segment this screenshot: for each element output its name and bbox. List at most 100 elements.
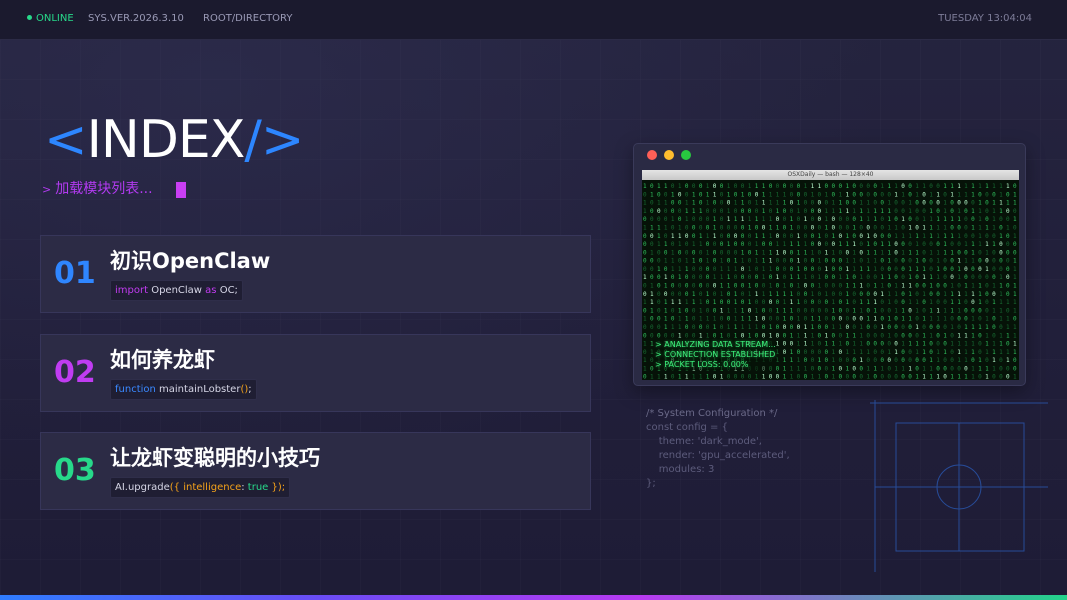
svg-text:0: 0 [748, 200, 752, 207]
bottom-gradient-bar [0, 595, 1067, 600]
svg-text:1: 1 [678, 183, 682, 190]
module-code-snippet: AI.upgrade({ intelligence: true }); [110, 477, 291, 498]
svg-text:1: 1 [943, 233, 947, 240]
svg-text:1: 1 [936, 233, 940, 240]
svg-text:0: 0 [901, 258, 905, 265]
svg-text:0: 0 [811, 299, 815, 306]
svg-text:0: 0 [699, 191, 703, 198]
svg-text:1: 1 [678, 316, 682, 323]
svg-text:0: 0 [706, 299, 710, 306]
svg-text:1: 1 [943, 291, 947, 298]
svg-text:1: 1 [908, 283, 912, 290]
svg-text:0: 0 [887, 266, 891, 273]
svg-text:1: 1 [859, 357, 863, 364]
svg-text:0: 0 [776, 374, 780, 380]
svg-text:1: 1 [755, 200, 759, 207]
svg-text:1: 1 [727, 241, 731, 248]
close-window-button[interactable] [647, 150, 657, 160]
svg-text:0: 0 [818, 200, 822, 207]
svg-text:0: 0 [1006, 283, 1010, 290]
svg-text:1: 1 [999, 341, 1003, 348]
svg-text:0: 0 [936, 324, 940, 331]
svg-text:0: 0 [908, 332, 912, 339]
svg-text:0: 0 [992, 324, 996, 331]
code-value: true [247, 482, 269, 493]
svg-text:1: 1 [790, 299, 794, 306]
svg-text:1: 1 [818, 183, 822, 190]
svg-text:1: 1 [797, 258, 801, 265]
svg-text:0: 0 [999, 249, 1003, 256]
svg-text:1: 1 [873, 283, 877, 290]
module-number: 03 [54, 453, 96, 488]
svg-text:1: 1 [929, 299, 933, 306]
svg-text:1: 1 [999, 183, 1003, 190]
directory-path[interactable]: ROOT/DIRECTORY [203, 13, 292, 24]
svg-text:1: 1 [790, 357, 794, 364]
svg-text:0: 0 [685, 183, 689, 190]
svg-text:1: 1 [769, 283, 773, 290]
svg-text:1: 1 [999, 307, 1003, 314]
svg-text:0: 0 [713, 283, 717, 290]
svg-text:1: 1 [748, 225, 752, 232]
svg-text:0: 0 [755, 225, 759, 232]
svg-text:0: 0 [908, 357, 912, 364]
svg-text:1: 1 [950, 183, 954, 190]
svg-text:0: 0 [755, 208, 759, 215]
svg-text:0: 0 [859, 374, 863, 380]
maximize-window-button[interactable] [681, 150, 691, 160]
svg-text:0: 0 [978, 249, 982, 256]
svg-text:0: 0 [825, 241, 829, 248]
minimize-window-button[interactable] [664, 150, 674, 160]
module-card-02[interactable]: 02 如何养龙虾 function maintainLobster(); [40, 334, 591, 412]
svg-text:1: 1 [811, 249, 815, 256]
svg-text:0: 0 [650, 274, 654, 281]
svg-text:1: 1 [985, 266, 989, 273]
svg-text:0: 0 [964, 225, 968, 232]
svg-text:0: 0 [657, 299, 661, 306]
svg-text:1: 1 [957, 208, 961, 215]
svg-text:0: 0 [839, 357, 843, 364]
svg-text:1: 1 [866, 241, 870, 248]
svg-text:1: 1 [713, 274, 717, 281]
svg-text:0: 0 [873, 349, 877, 356]
svg-text:1: 1 [839, 191, 843, 198]
svg-text:1: 1 [950, 299, 954, 306]
svg-text:0: 0 [866, 274, 870, 281]
svg-text:0: 0 [1006, 258, 1010, 265]
svg-text:0: 0 [692, 183, 696, 190]
status-label: ONLINE [36, 13, 74, 24]
svg-text:0: 0 [797, 324, 801, 331]
svg-text:1: 1 [776, 349, 780, 356]
svg-text:0: 0 [804, 266, 808, 273]
svg-text:1: 1 [650, 191, 654, 198]
svg-text:0: 0 [720, 183, 724, 190]
svg-text:1: 1 [978, 357, 982, 364]
svg-text:0: 0 [671, 307, 675, 314]
terminal-window[interactable]: OSXDaily — bash — 128×40 101101000001001… [633, 143, 1026, 386]
module-card-03[interactable]: 03 让龙虾变聪明的小技巧 AI.upgrade({ intelligence:… [40, 432, 591, 510]
svg-text:0: 0 [985, 357, 989, 364]
svg-text:0: 0 [657, 316, 661, 323]
svg-text:0: 0 [957, 200, 961, 207]
svg-text:1: 1 [846, 299, 850, 306]
svg-text:1: 1 [957, 341, 961, 348]
svg-text:1: 1 [908, 316, 912, 323]
svg-text:1: 1 [943, 200, 947, 207]
svg-text:0: 0 [880, 341, 884, 348]
svg-text:0: 0 [713, 307, 717, 314]
svg-text:0: 0 [832, 183, 836, 190]
svg-text:0: 0 [825, 258, 829, 265]
svg-text:1: 1 [887, 249, 891, 256]
svg-text:0: 0 [922, 324, 926, 331]
svg-text:1: 1 [692, 291, 696, 298]
svg-text:0: 0 [713, 332, 717, 339]
svg-text:1: 1 [825, 191, 829, 198]
svg-text:1: 1 [790, 291, 794, 298]
svg-text:0: 0 [915, 365, 919, 372]
svg-text:0: 0 [985, 274, 989, 281]
module-card-01[interactable]: 01 初识OpenClaw import OpenClaw as OC; [40, 235, 591, 313]
svg-text:0: 0 [643, 266, 647, 273]
svg-text:1: 1 [769, 258, 773, 265]
svg-text:0: 0 [846, 249, 850, 256]
svg-text:0: 0 [901, 374, 905, 380]
